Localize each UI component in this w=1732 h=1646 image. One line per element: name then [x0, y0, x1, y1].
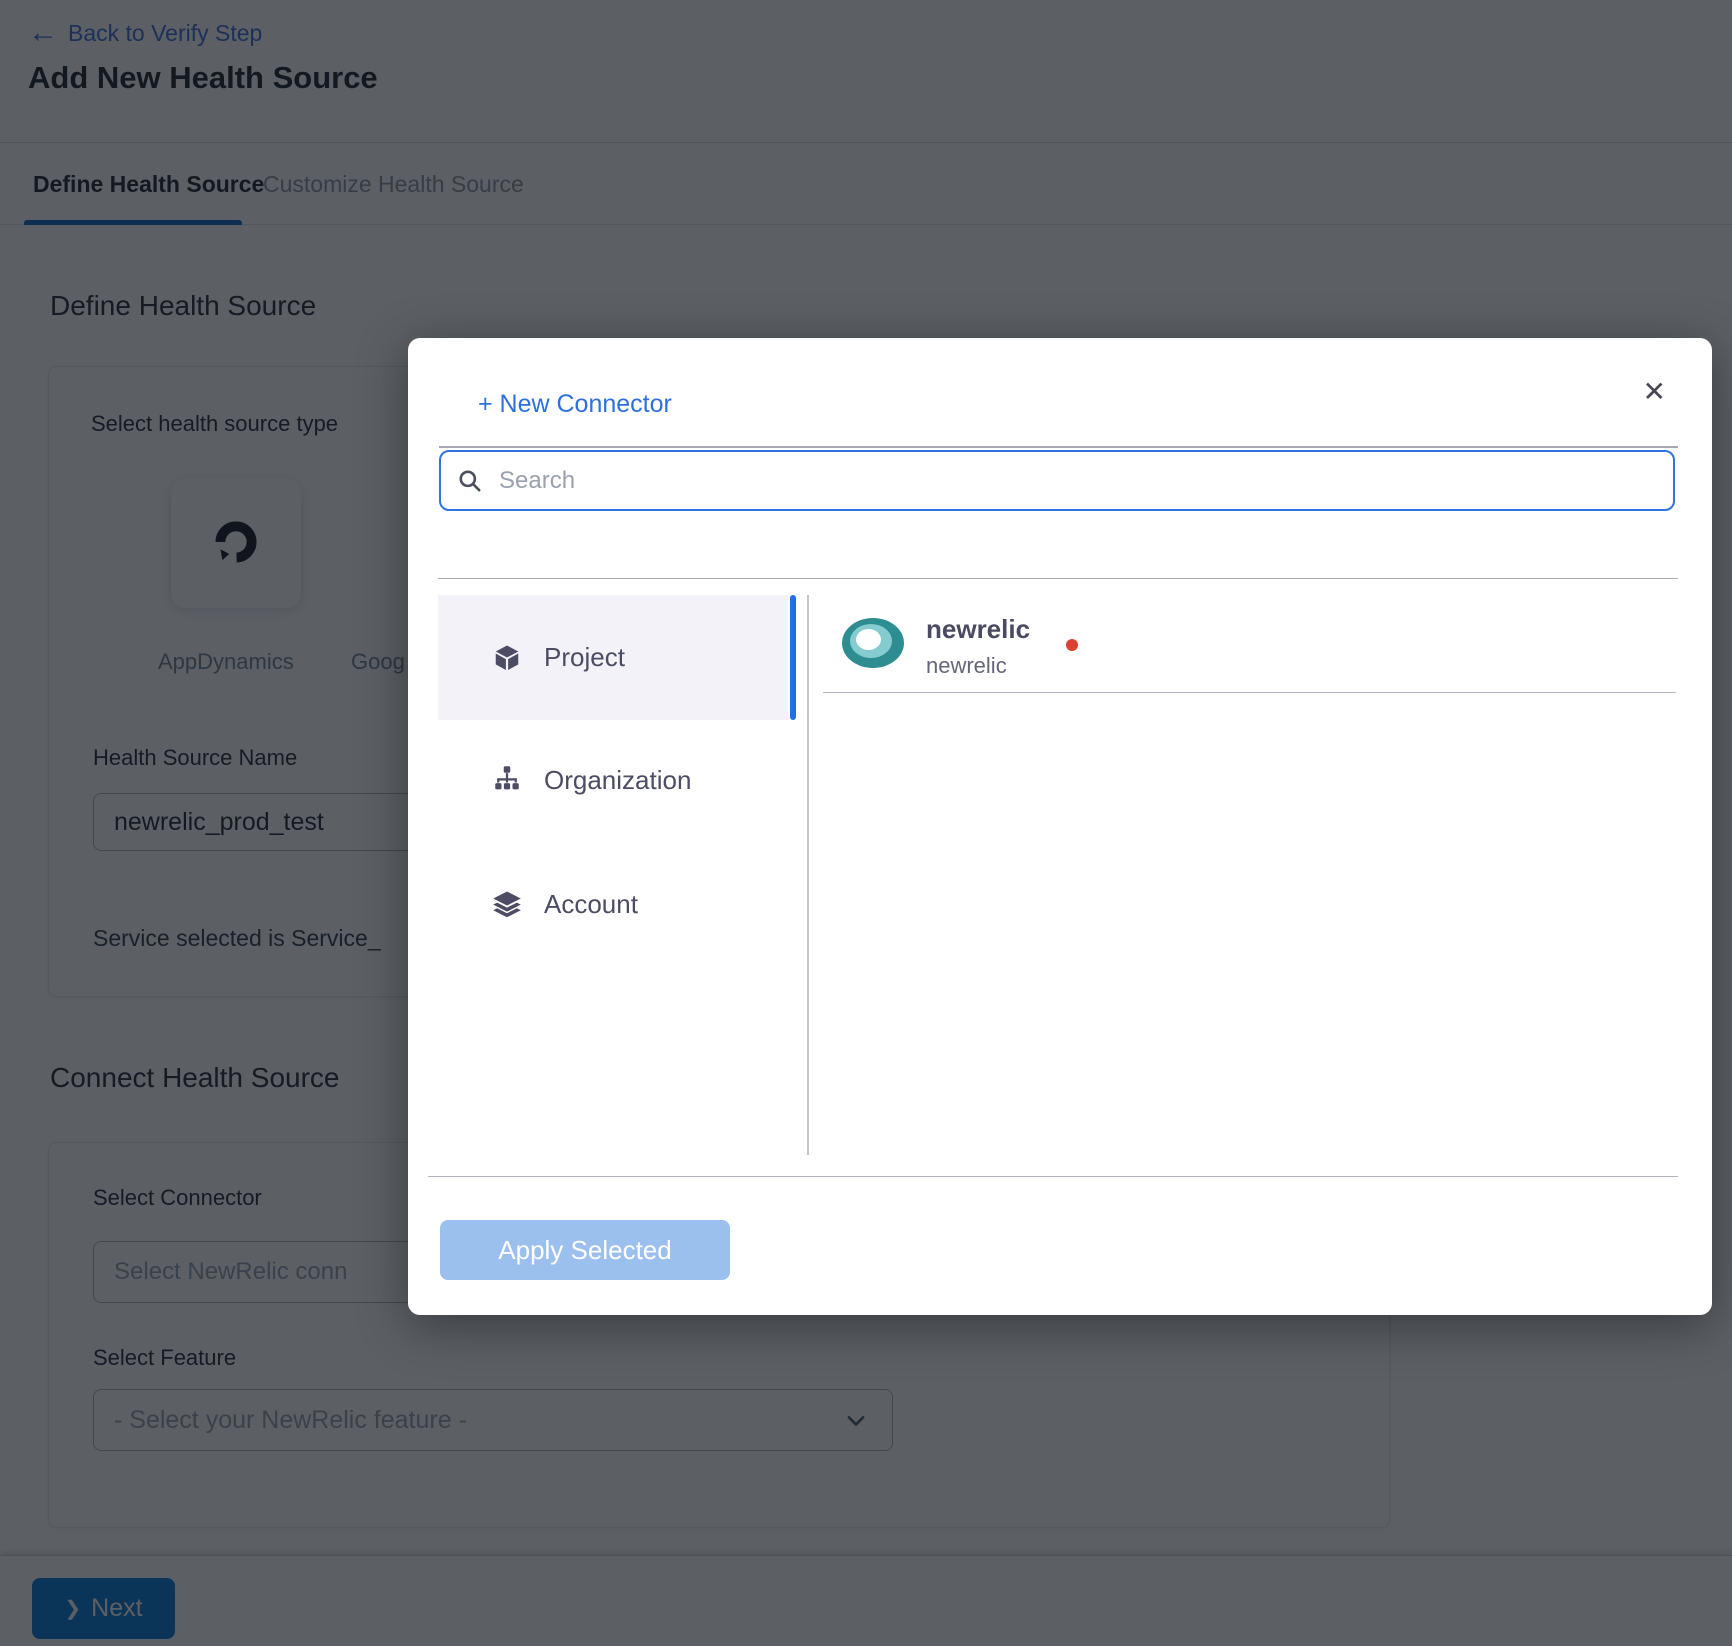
- scope-account-label: Account: [544, 889, 638, 920]
- connector-status-dot: [1066, 639, 1078, 651]
- scope-project-label: Project: [544, 642, 625, 673]
- search-placeholder: Search: [499, 467, 575, 495]
- project-cube-icon: [492, 643, 522, 673]
- organization-tree-icon: [492, 765, 522, 795]
- connector-row-divider: [823, 692, 1676, 693]
- search-input[interactable]: Search: [439, 450, 1675, 511]
- scope-list-divider: [807, 595, 809, 1155]
- newrelic-logo: [842, 618, 904, 668]
- selected-scope-indicator: [790, 595, 796, 720]
- close-icon[interactable]: ✕: [1643, 378, 1666, 406]
- new-connector-link[interactable]: + New Connector: [478, 390, 672, 419]
- scope-tab-organization[interactable]: Organization: [438, 733, 788, 827]
- account-layers-icon: [492, 889, 522, 919]
- connector-id: newrelic: [926, 653, 1007, 679]
- connector-select-modal: + New Connector ✕ Search Project: [408, 338, 1712, 1315]
- apply-selected-button[interactable]: Apply Selected: [440, 1220, 730, 1280]
- app-root: ← Back to Verify Step Add New Health Sou…: [0, 0, 1732, 1646]
- modal-footer-divider: [428, 1176, 1678, 1177]
- search-icon: [457, 468, 483, 494]
- connector-item-newrelic[interactable]: newrelic newrelic: [823, 600, 1683, 692]
- scope-organization-label: Organization: [544, 765, 691, 796]
- search-top-divider: [439, 446, 1678, 448]
- scope-tab-project[interactable]: Project: [438, 595, 788, 720]
- modal-header-divider: [438, 578, 1678, 579]
- scope-tab-account[interactable]: Account: [438, 857, 788, 951]
- connector-name: newrelic: [926, 614, 1030, 645]
